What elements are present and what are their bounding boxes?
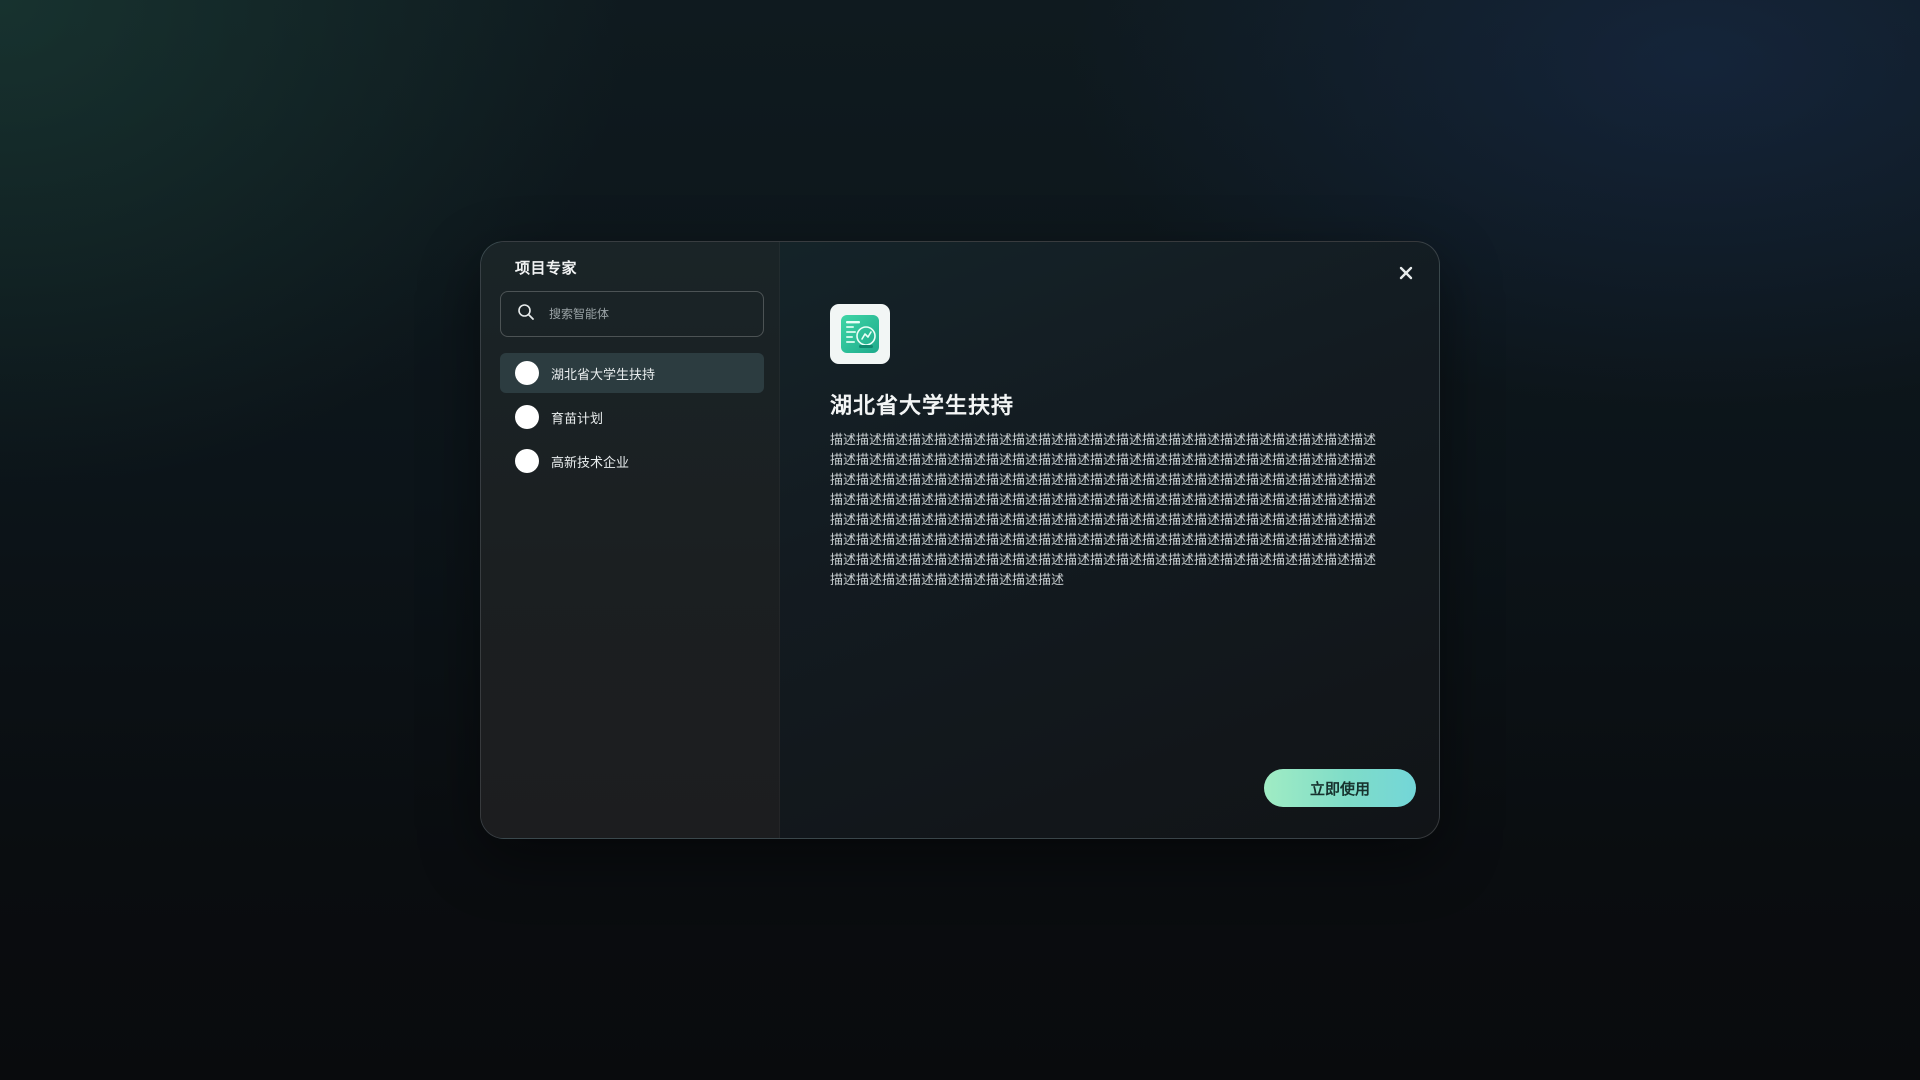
- agent-detail-description: 描述描述描述描述描述描述描述描述描述描述描述描述描述描述描述描述描述描述描述描述…: [830, 433, 1377, 588]
- search-box[interactable]: [500, 291, 764, 337]
- agent-avatar: [515, 405, 539, 429]
- dialog-title: 项目专家: [515, 259, 578, 277]
- use-now-button[interactable]: 立即使用: [1264, 769, 1416, 807]
- agent-item-label: 湖北省大学生扶持: [551, 367, 656, 383]
- agent-item-label: 高新技术企业: [551, 455, 630, 471]
- close-button[interactable]: [1395, 262, 1417, 284]
- agent-sidebar: 项目专家 湖北省大学生扶持 育苗计划 高新技术企业: [481, 242, 780, 838]
- agent-item-seedling-plan[interactable]: 育苗计划: [500, 397, 764, 437]
- agent-picker-dialog: 项目专家 湖北省大学生扶持 育苗计划 高新技术企业: [480, 241, 1440, 839]
- search-input[interactable]: [547, 306, 751, 322]
- agent-detail-title: 湖北省大学生扶持: [830, 394, 1015, 419]
- agent-avatar: [515, 361, 539, 385]
- spreadsheet-app-icon: [830, 304, 890, 364]
- agent-item-hubei-student-support[interactable]: 湖北省大学生扶持: [500, 353, 764, 393]
- search-icon: [517, 303, 535, 325]
- agent-avatar: [515, 449, 539, 473]
- agent-item-label: 育苗计划: [551, 411, 604, 427]
- agent-item-high-tech-enterprise[interactable]: 高新技术企业: [500, 441, 764, 481]
- agent-list: 湖北省大学生扶持 育苗计划 高新技术企业: [500, 353, 764, 485]
- agent-detail-panel: 湖北省大学生扶持 描述描述描述描述描述描述描述描述描述描述描述描述描述描述描述描…: [780, 242, 1439, 838]
- close-icon: [1399, 266, 1413, 280]
